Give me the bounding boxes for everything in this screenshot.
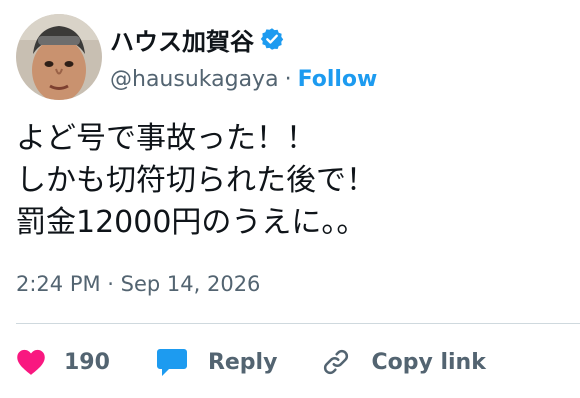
avatar-image bbox=[16, 14, 102, 100]
name-row: ハウス加賀谷 bbox=[110, 22, 377, 56]
tweet-text: よど号で事故った！！ しかも切符切られた後で！ 罰金12000円のうえに。。 bbox=[16, 118, 572, 244]
copy-link-label: Copy link bbox=[371, 349, 486, 375]
reply-label: Reply bbox=[207, 349, 278, 375]
like-count: 190 bbox=[64, 349, 110, 375]
reply-button[interactable]: Reply bbox=[156, 347, 278, 377]
tweet-text-line: 罰金12000円のうえに。。 bbox=[16, 205, 367, 240]
action-bar: 190 Reply Copy link bbox=[16, 340, 486, 384]
heart-icon bbox=[17, 349, 45, 375]
tweet-text-line: しかも切符切られた後で！ bbox=[16, 163, 376, 198]
tweet-text-line: よど号で事故った！！ bbox=[16, 121, 316, 156]
user-handle[interactable]: @hausukagaya bbox=[110, 67, 279, 92]
like-button[interactable]: 190 bbox=[16, 348, 110, 376]
follow-button[interactable]: Follow bbox=[298, 67, 378, 92]
avatar[interactable] bbox=[16, 14, 102, 100]
display-name[interactable]: ハウス加賀谷 bbox=[110, 22, 254, 57]
speech-bubble-icon bbox=[156, 349, 187, 376]
divider bbox=[16, 323, 580, 324]
link-icon bbox=[324, 349, 349, 375]
tweet-timestamp[interactable]: 2:24 PM · Sep 14, 2026 bbox=[16, 272, 260, 296]
copy-link-button[interactable]: Copy link bbox=[321, 347, 486, 377]
tweet-card: ハウス加賀谷 @hausukagaya · Follow よど号で事故った！！ … bbox=[0, 0, 580, 398]
separator-dot: · bbox=[284, 66, 292, 92]
handle-row: @hausukagaya · Follow bbox=[110, 62, 377, 96]
author-info: ハウス加賀谷 @hausukagaya · Follow bbox=[110, 22, 377, 96]
verified-badge-icon bbox=[260, 28, 284, 50]
